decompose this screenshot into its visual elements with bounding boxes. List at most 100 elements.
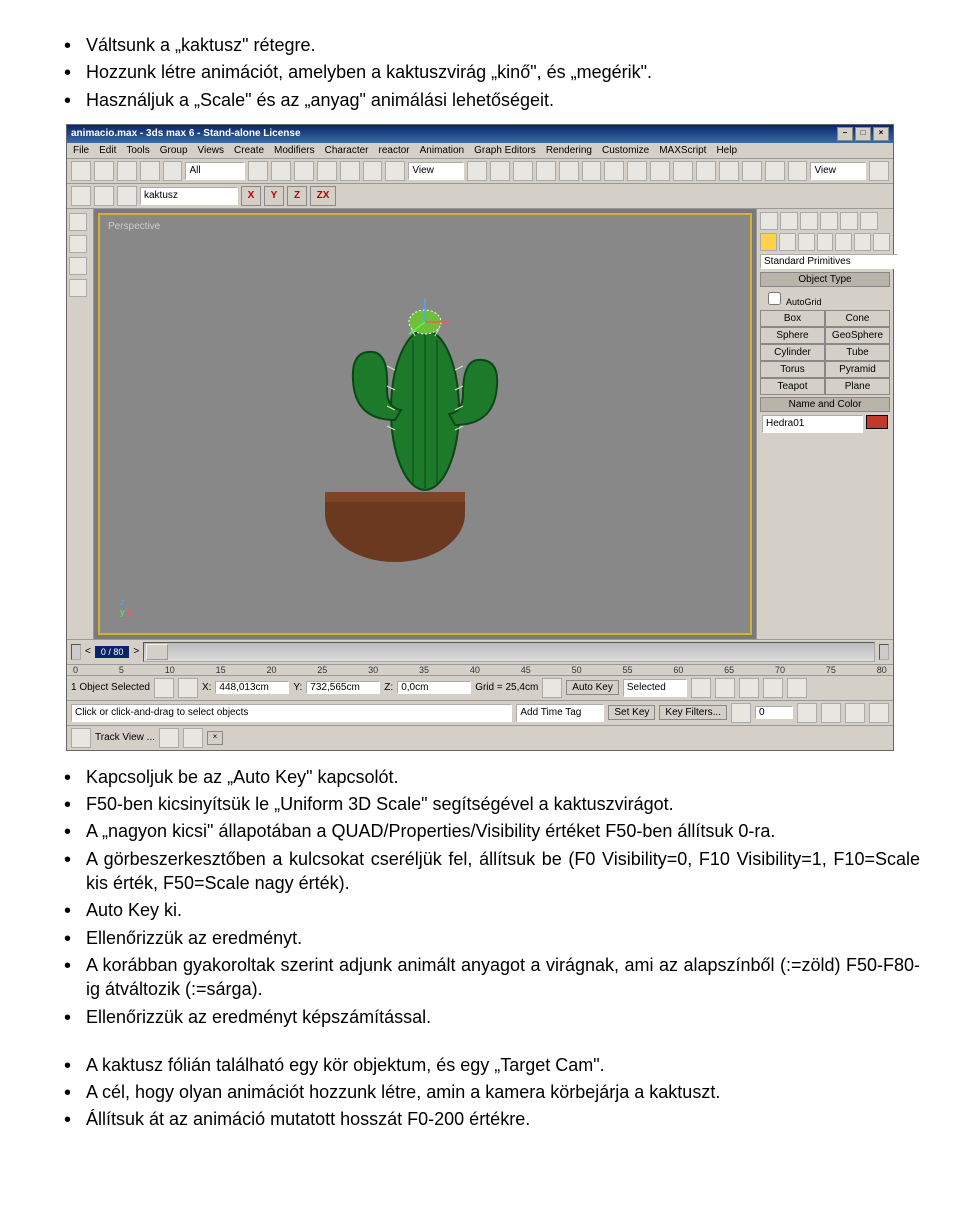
- mirror-icon[interactable]: [627, 161, 647, 181]
- time-config-icon[interactable]: [731, 703, 751, 723]
- bind-icon[interactable]: [163, 161, 183, 181]
- auto-key-button[interactable]: Auto Key: [566, 680, 619, 695]
- next-frame-icon[interactable]: [763, 678, 783, 698]
- menu-item[interactable]: Rendering: [546, 145, 592, 156]
- menu-item[interactable]: Animation: [420, 145, 464, 156]
- motion-tab-icon[interactable]: [820, 212, 838, 230]
- object-name-field[interactable]: kaktusz: [140, 187, 238, 205]
- menu-item[interactable]: Help: [716, 145, 737, 156]
- create-pyramid-button[interactable]: Pyramid: [825, 361, 890, 378]
- time-slider[interactable]: [143, 642, 875, 662]
- grip-icon[interactable]: [879, 644, 889, 660]
- move-icon[interactable]: [340, 161, 360, 181]
- lock-icon[interactable]: [71, 186, 91, 206]
- menu-item[interactable]: Views: [198, 145, 225, 156]
- key-icon[interactable]: [117, 186, 137, 206]
- grip-icon[interactable]: [71, 644, 81, 660]
- helpers-cat-icon[interactable]: [835, 233, 852, 251]
- reactor-icon[interactable]: [69, 257, 87, 275]
- create-torus-button[interactable]: Torus: [760, 361, 825, 378]
- trackview-close-icon[interactable]: ×: [207, 731, 223, 745]
- pivot-icon[interactable]: [467, 161, 487, 181]
- time-tag-field[interactable]: Add Time Tag: [516, 704, 604, 722]
- key-target-dropdown[interactable]: Selected: [623, 679, 687, 697]
- create-tube-button[interactable]: Tube: [825, 344, 890, 361]
- goto-end-icon[interactable]: [787, 678, 807, 698]
- select-icon[interactable]: [248, 161, 268, 181]
- primitive-type-dropdown[interactable]: Standard Primitives: [760, 254, 898, 269]
- viewport-perspective[interactable]: Perspective: [94, 209, 756, 639]
- manipulate-icon[interactable]: [490, 161, 510, 181]
- key-mode-icon[interactable]: [542, 678, 562, 698]
- menu-item[interactable]: Customize: [602, 145, 649, 156]
- render-scene-icon[interactable]: [765, 161, 785, 181]
- angle-snap-icon[interactable]: [536, 161, 556, 181]
- axis-y-button[interactable]: Y: [264, 186, 284, 206]
- trackview-icon[interactable]: [71, 728, 91, 748]
- scale-icon[interactable]: [385, 161, 405, 181]
- material-editor-icon[interactable]: [742, 161, 762, 181]
- teapot-render-icon[interactable]: [869, 161, 889, 181]
- unlink-icon[interactable]: [140, 161, 160, 181]
- ref-coord-dropdown[interactable]: View: [408, 162, 464, 180]
- layers-icon[interactable]: [673, 161, 693, 181]
- cameras-cat-icon[interactable]: [817, 233, 834, 251]
- menu-item[interactable]: Create: [234, 145, 264, 156]
- modify-tab-icon[interactable]: [780, 212, 798, 230]
- create-cylinder-button[interactable]: Cylinder: [760, 344, 825, 361]
- coord-z-field[interactable]: 0,0cm: [397, 681, 471, 694]
- menu-item[interactable]: Graph Editors: [474, 145, 536, 156]
- create-box-button[interactable]: Box: [760, 310, 825, 327]
- maximize-button[interactable]: □: [855, 127, 871, 141]
- axis-x-button[interactable]: X: [241, 186, 261, 206]
- window-crossing-icon[interactable]: [317, 161, 337, 181]
- snap-icon[interactable]: [513, 161, 533, 181]
- current-frame-field[interactable]: 0: [755, 706, 793, 719]
- axis-z-button[interactable]: Z: [287, 186, 307, 206]
- object-color-swatch[interactable]: [866, 415, 888, 429]
- menu-item[interactable]: Edit: [99, 145, 116, 156]
- undo-icon[interactable]: [71, 161, 91, 181]
- object-name-input[interactable]: Hedra01: [762, 415, 863, 433]
- selection-filter-dropdown[interactable]: All: [185, 162, 245, 180]
- percent-snap-icon[interactable]: [559, 161, 579, 181]
- key-filters-button[interactable]: Key Filters...: [659, 705, 727, 720]
- render-preset-dropdown[interactable]: View: [810, 162, 866, 180]
- geometry-cat-icon[interactable]: [760, 233, 777, 251]
- create-plane-button[interactable]: Plane: [825, 378, 890, 395]
- trackview-btn-icon[interactable]: [183, 728, 203, 748]
- utilities-tab-icon[interactable]: [860, 212, 878, 230]
- reactor-icon[interactable]: [69, 279, 87, 297]
- menu-item[interactable]: Tools: [126, 145, 149, 156]
- curve-editor-icon[interactable]: [696, 161, 716, 181]
- lock-selection-icon[interactable]: [154, 678, 174, 698]
- zoom-ext-icon[interactable]: [797, 703, 817, 723]
- set-key-button[interactable]: Set Key: [608, 705, 655, 720]
- space-warps-cat-icon[interactable]: [854, 233, 871, 251]
- menu-item[interactable]: Group: [160, 145, 188, 156]
- reactor-icon[interactable]: [69, 213, 87, 231]
- menu-item[interactable]: File: [73, 145, 89, 156]
- arc-rotate-icon[interactable]: [845, 703, 865, 723]
- coord-x-field[interactable]: 448,013cm: [215, 681, 289, 694]
- close-button[interactable]: ×: [873, 127, 889, 141]
- autogrid-checkbox[interactable]: [768, 292, 781, 305]
- trackview-btn-icon[interactable]: [159, 728, 179, 748]
- display-tab-icon[interactable]: [840, 212, 858, 230]
- select-region-icon[interactable]: [294, 161, 314, 181]
- named-selection-icon[interactable]: [604, 161, 624, 181]
- lights-cat-icon[interactable]: [798, 233, 815, 251]
- spinner-snap-icon[interactable]: [582, 161, 602, 181]
- create-tab-icon[interactable]: [760, 212, 778, 230]
- align-icon[interactable]: [650, 161, 670, 181]
- light-icon[interactable]: [94, 186, 114, 206]
- menu-item[interactable]: Character: [325, 145, 369, 156]
- menu-item[interactable]: MAXScript: [659, 145, 706, 156]
- create-teapot-button[interactable]: Teapot: [760, 378, 825, 395]
- transform-type-icon[interactable]: [178, 678, 198, 698]
- redo-icon[interactable]: [94, 161, 114, 181]
- create-geosphere-button[interactable]: GeoSphere: [825, 327, 890, 344]
- menu-item[interactable]: Modifiers: [274, 145, 315, 156]
- link-icon[interactable]: [117, 161, 137, 181]
- menu-item[interactable]: reactor: [379, 145, 410, 156]
